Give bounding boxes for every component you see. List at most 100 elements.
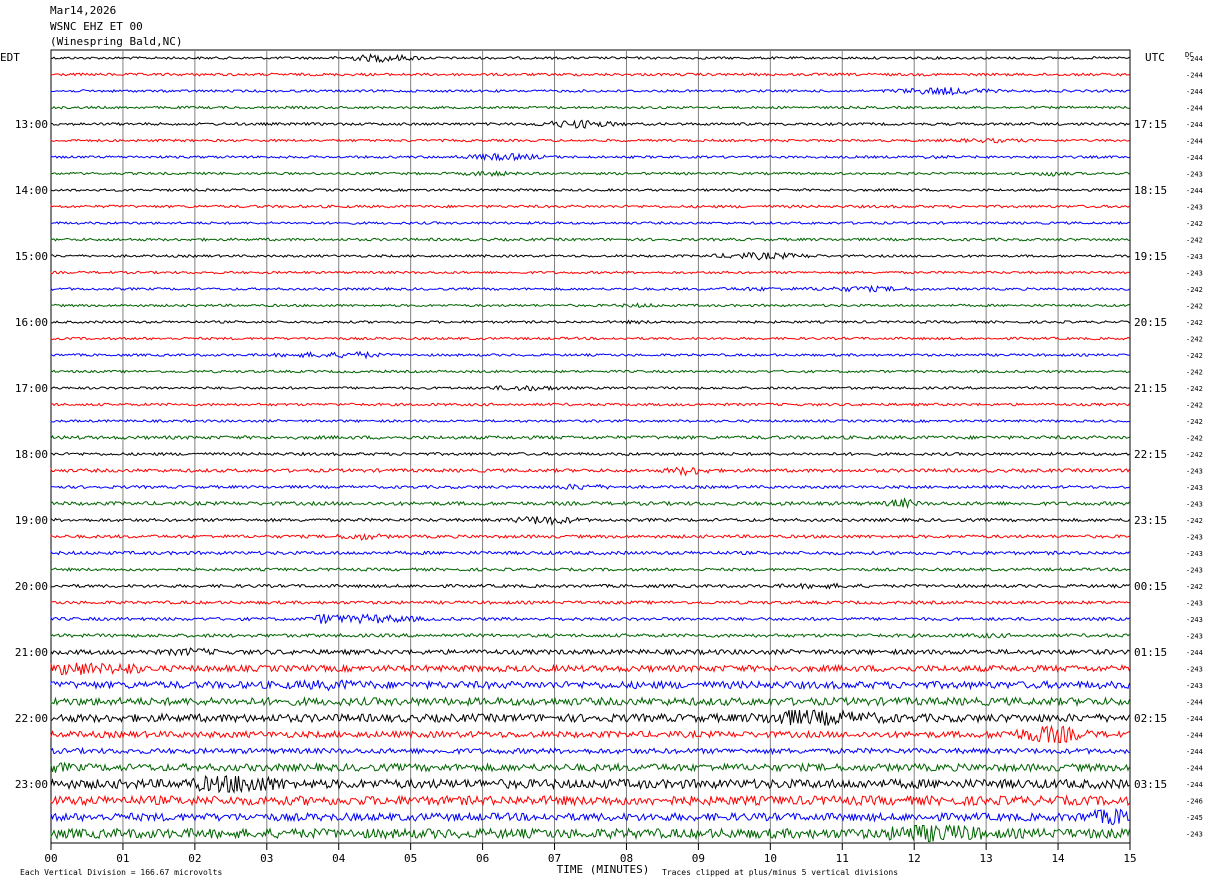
x-tick-label: 15	[1123, 852, 1136, 865]
right-hour-label: 00:15	[1134, 580, 1167, 593]
dc-value-label: -243	[1186, 616, 1203, 624]
helicorder-plot: 00 01 02 03 04 05 06 07 08 09 10 11 12 13 14 15EDT UTC DC…	[0, 49, 1203, 877]
seismic-trace	[50, 533, 1130, 541]
dc-value-label: -244	[1186, 121, 1203, 129]
seismic-trace	[50, 170, 1130, 178]
seismic-trace	[50, 774, 1130, 794]
dc-value-label: -242	[1186, 220, 1203, 228]
seismic-trace	[50, 402, 1130, 407]
footer-clip-label: Traces clipped at plus/minus 5 vertical …	[662, 868, 898, 877]
seismic-trace	[50, 350, 1130, 360]
seismic-trace	[50, 724, 1130, 743]
left-hour-label: 17:00	[15, 382, 48, 395]
x-tick-label: 14	[1051, 852, 1065, 865]
seismic-trace	[50, 385, 1130, 392]
right-hour-label: 23:15	[1134, 514, 1167, 527]
seismic-trace	[50, 204, 1130, 209]
left-hour-label: 18:00	[15, 448, 48, 461]
right-hour-label: 21:15	[1134, 382, 1167, 395]
x-tick-label: 11	[836, 852, 849, 865]
dc-value-label: -243	[1186, 567, 1203, 575]
x-tick-label: 01	[116, 852, 129, 865]
seismic-trace	[50, 152, 1130, 162]
left-hour-label: 16:00	[15, 316, 48, 329]
seismic-trace	[50, 336, 1130, 341]
seismic-trace	[50, 466, 1130, 477]
seismic-trace	[50, 251, 1130, 261]
seismic-trace	[50, 647, 1130, 657]
left-hour-label: 22:00	[15, 712, 48, 725]
dc-value-label: -243	[1186, 171, 1203, 179]
dc-value-label: -244	[1186, 715, 1203, 723]
x-tick-label: 10	[764, 852, 777, 865]
seismic-trace	[50, 678, 1130, 692]
left-hour-label: 14:00	[15, 184, 48, 197]
dc-value-label: -242	[1186, 385, 1203, 393]
seismic-trace	[50, 187, 1130, 192]
left-hour-label: 20:00	[15, 580, 48, 593]
seismic-trace	[50, 434, 1130, 441]
right-hour-label: 01:15	[1134, 646, 1167, 659]
seismic-trace	[50, 319, 1130, 325]
seismic-trace	[50, 87, 1130, 96]
dc-value-label: -244	[1186, 88, 1203, 96]
seismic-trace	[50, 516, 1130, 527]
right-hour-label: 02:15	[1134, 712, 1167, 725]
seismic-trace	[50, 549, 1130, 556]
dc-value-label: -244	[1186, 649, 1203, 657]
dc-value-label: -244	[1186, 154, 1203, 162]
dc-value-label: -244	[1186, 781, 1203, 789]
dc-value-label: -242	[1186, 583, 1203, 591]
dc-value-label: -244	[1186, 72, 1203, 80]
seismic-trace	[50, 824, 1130, 842]
seismic-trace	[50, 72, 1130, 77]
left-hour-label: 23:00	[15, 778, 48, 791]
left-hour-label: 15:00	[15, 250, 48, 263]
seismic-trace	[50, 483, 1130, 490]
seismic-trace	[50, 105, 1130, 110]
right-hour-label: 20:15	[1134, 316, 1167, 329]
seismic-trace	[50, 794, 1130, 807]
footer-scale-label: Each Vertical Division = 166.67 microvol…	[20, 868, 222, 877]
seismic-trace	[50, 220, 1130, 226]
seismic-trace	[50, 662, 1130, 676]
dc-value-label: -244	[1186, 699, 1203, 707]
x-tick-label: 13	[980, 852, 993, 865]
dc-value-label: -243	[1186, 204, 1203, 212]
seismic-trace	[50, 137, 1130, 144]
dc-value-label: -246	[1186, 798, 1203, 806]
plot-frame	[50, 49, 1131, 844]
seismic-trace	[50, 567, 1130, 572]
right-hour-label: 18:15	[1134, 184, 1167, 197]
seismic-trace	[50, 53, 1130, 64]
dc-value-label: -242	[1186, 303, 1203, 311]
x-axis-label: TIME (MINUTES)	[557, 863, 650, 876]
dc-value-label: -242	[1186, 286, 1203, 294]
x-tick-label: 02	[188, 852, 201, 865]
dc-value-label: -242	[1186, 319, 1203, 327]
seismic-trace	[50, 369, 1130, 374]
seismic-trace	[50, 746, 1130, 756]
seismic-trace	[50, 582, 1130, 590]
seismic-trace	[50, 761, 1130, 773]
right-hour-label: 17:15	[1134, 118, 1167, 131]
dc-value-label: -243	[1186, 682, 1203, 690]
dc-value-label: -244	[1186, 748, 1203, 756]
dc-value-label: -242	[1186, 336, 1203, 344]
dc-value-label: -243	[1186, 831, 1203, 839]
seismic-trace	[50, 270, 1130, 275]
dc-value-label: -242	[1186, 352, 1203, 360]
left-hour-label: 13:00	[15, 118, 48, 131]
dc-value-label: -243	[1186, 253, 1203, 261]
seismic-trace	[50, 119, 1130, 129]
dc-value-label: -244	[1186, 765, 1203, 773]
seismic-trace	[50, 709, 1130, 726]
dc-value-label: -244	[1186, 105, 1203, 113]
dc-value-label: -242	[1186, 369, 1203, 377]
dc-value-label: -242	[1186, 418, 1203, 426]
x-tick-label: 06	[476, 852, 489, 865]
seismic-trace	[50, 451, 1130, 457]
dc-value-label: -242	[1186, 402, 1203, 410]
seismic-trace	[50, 237, 1130, 242]
seismic-trace	[50, 632, 1130, 639]
